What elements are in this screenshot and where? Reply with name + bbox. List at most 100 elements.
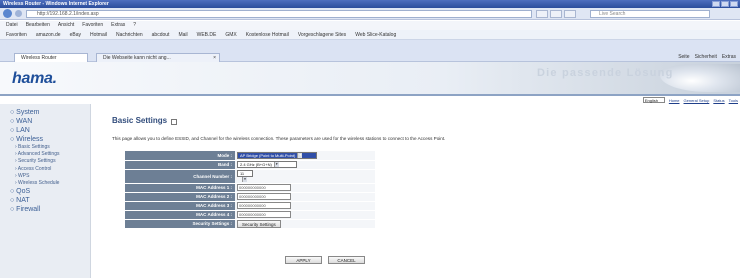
mac-address-4-input[interactable]: 000000000000 <box>237 211 291 218</box>
stop-icon[interactable] <box>550 10 562 18</box>
mac-address-3-input[interactable]: 000000000000 <box>237 202 291 209</box>
header-divider <box>0 94 740 96</box>
favorite-link[interactable]: Web Slice-Katalog <box>355 30 396 39</box>
channel-select[interactable]: 11▼ <box>237 169 253 182</box>
toolbar-item-extras[interactable]: Extras <box>722 53 736 62</box>
mode-select[interactable]: AP Bridge (Point to Multi-Point) ▼ <box>237 151 317 159</box>
help-icon[interactable] <box>170 118 177 125</box>
menu-item-favoriten[interactable]: Favoriten <box>82 21 103 30</box>
favorite-link[interactable]: GMX <box>225 30 236 39</box>
sidebar-subitem-access-control[interactable]: › Access Control <box>10 166 90 173</box>
sidebar-item-wireless[interactable]: ○ Wireless <box>10 135 90 144</box>
link-status[interactable]: Status <box>713 98 724 103</box>
sidebar-item-qos[interactable]: ○ QoS <box>10 187 90 196</box>
page-description: This page allows you to define ESSID, an… <box>112 136 446 141</box>
sidebar-subitem-basic-settings[interactable]: › Basic Settings <box>10 144 90 151</box>
sidebar-item-nat[interactable]: ○ NAT <box>10 196 90 205</box>
favorite-link[interactable]: Mail <box>178 30 187 39</box>
favorite-link[interactable]: eBay <box>70 30 81 39</box>
favorite-link[interactable]: Nachrichten <box>116 30 143 39</box>
minimize-button[interactable] <box>712 1 720 7</box>
maximize-button[interactable] <box>721 1 729 7</box>
channel-value: 11 <box>240 170 245 176</box>
channel-label: Channel Number : <box>125 169 235 184</box>
chevron-down-icon: ▼ <box>242 176 247 182</box>
chevron-down-icon: ▼ <box>273 162 279 167</box>
sidebar-item-lan[interactable]: ○ LAN <box>10 126 90 135</box>
basic-settings-table: Mode : AP Bridge (Point to Multi-Point) ▼… <box>125 151 375 229</box>
sidebar-item-firewall[interactable]: ○ Firewall <box>10 205 90 214</box>
main-content: Basic Settings <box>112 116 732 125</box>
window-controls <box>712 1 738 7</box>
band-value: 2.4 GHz (B+G+N) <box>240 162 272 167</box>
hama-logo: hama. <box>12 70 57 87</box>
form-actions: APPLY CANCEL <box>285 256 365 264</box>
close-window-button[interactable] <box>730 1 738 7</box>
table-row: Band : 2.4 GHz (B+G+N) ▼ <box>125 160 375 170</box>
mode-label: Mode : <box>125 151 235 161</box>
top-navigation: English Home General Setup Status Tools <box>642 97 738 103</box>
security-settings-button[interactable]: Security Settings <box>237 219 281 228</box>
toolbar-item-seite[interactable]: Seite <box>678 53 689 62</box>
tab-label: Die Webseite kann nicht ang... <box>103 55 171 61</box>
link-general-setup[interactable]: General Setup <box>684 98 710 103</box>
sidebar: ○ System ○ WAN ○ LAN ○ Wireless › Basic … <box>0 104 91 278</box>
favorite-link[interactable]: Kostenlose Hotmail <box>246 30 289 39</box>
window-title-bar: Wireless Router - Windows Internet Explo… <box>0 0 740 8</box>
address-buttons <box>536 10 576 18</box>
address-toolbar: http://192.168.2.1/index.asp Live Search <box>0 8 740 20</box>
mac4-label: MAC Address 4 : <box>125 210 235 220</box>
window-title: Wireless Router - Windows Internet Explo… <box>3 1 109 7</box>
favorites-button[interactable]: Favoriten <box>6 30 27 39</box>
favorite-link[interactable]: Hotmail <box>90 30 107 39</box>
rss-icon[interactable] <box>564 10 576 18</box>
address-bar[interactable]: http://192.168.2.1/index.asp <box>26 10 532 18</box>
menu-item-bearbeiten[interactable]: Bearbeiten <box>26 21 50 30</box>
tab-error-page[interactable]: Die Webseite kann nicht ang... × <box>96 53 220 62</box>
favorite-link[interactable]: Vorgeschlagene Sites <box>298 30 346 39</box>
mac-address-2-input[interactable]: 000000000000 <box>237 193 291 200</box>
sidebar-item-wan[interactable]: ○ WAN <box>10 117 90 126</box>
forward-button[interactable] <box>15 10 22 17</box>
menu-bar: Datei Bearbeiten Ansicht Favoriten Extra… <box>0 21 740 30</box>
mac-address-1-input[interactable]: 000000000000 <box>237 184 291 191</box>
language-select[interactable]: English <box>642 97 665 103</box>
menu-item-extras[interactable]: Extras <box>111 21 125 30</box>
command-bar: Seite Sicherheit Extras <box>678 53 736 62</box>
mode-value: AP Bridge (Point to Multi-Point) <box>240 152 296 158</box>
cancel-button[interactable]: CANCEL <box>328 256 365 264</box>
favorite-link[interactable]: abcdout <box>152 30 170 39</box>
toolbar-item-sicherheit[interactable]: Sicherheit <box>695 53 717 62</box>
sidebar-subitem-advanced-settings[interactable]: › Advanced Settings <box>10 151 90 158</box>
menu-item-datei[interactable]: Datei <box>6 21 18 30</box>
sidebar-item-system[interactable]: ○ System <box>10 108 90 117</box>
band-select[interactable]: 2.4 GHz (B+G+N) ▼ <box>237 161 297 168</box>
sidebar-subitem-wps[interactable]: › WPS <box>10 173 90 180</box>
tab-wireless-router[interactable]: Wireless Router <box>14 53 88 62</box>
slogan: Die passende Lösung <box>537 67 674 79</box>
apply-button[interactable]: APPLY <box>285 256 322 264</box>
sidebar-subitem-wireless-schedule[interactable]: › Wireless Schedule <box>10 180 90 187</box>
sidebar-subitem-security-settings[interactable]: › Security Settings <box>10 158 90 165</box>
search-input[interactable]: Live Search <box>590 10 710 18</box>
table-row: MAC Address 3 : 000000000000 <box>125 201 375 211</box>
refresh-icon[interactable] <box>536 10 548 18</box>
favorite-link[interactable]: WEB.DE <box>197 30 217 39</box>
link-home[interactable]: Home <box>669 98 680 103</box>
tab-strip-background <box>0 40 740 52</box>
security-label: Security Settings : <box>125 219 235 229</box>
back-button[interactable] <box>3 9 12 18</box>
menu-item-help[interactable]: ? <box>133 21 136 30</box>
table-row: MAC Address 4 : 000000000000 <box>125 210 375 220</box>
tab-label: Wireless Router <box>21 55 57 61</box>
link-tools[interactable]: Tools <box>729 98 738 103</box>
favorites-bar: Favoriten amazon.de eBay Hotmail Nachric… <box>0 30 740 40</box>
mac2-label: MAC Address 2 : <box>125 192 235 202</box>
table-row: Mode : AP Bridge (Point to Multi-Point) ▼ <box>125 151 375 161</box>
table-row: Security Settings : Security Settings <box>125 219 375 229</box>
mac3-label: MAC Address 3 : <box>125 201 235 211</box>
band-label: Band : <box>125 160 235 170</box>
menu-item-ansicht[interactable]: Ansicht <box>58 21 74 30</box>
favorite-link[interactable]: amazon.de <box>36 30 61 39</box>
chevron-down-icon: ▼ <box>297 152 303 158</box>
